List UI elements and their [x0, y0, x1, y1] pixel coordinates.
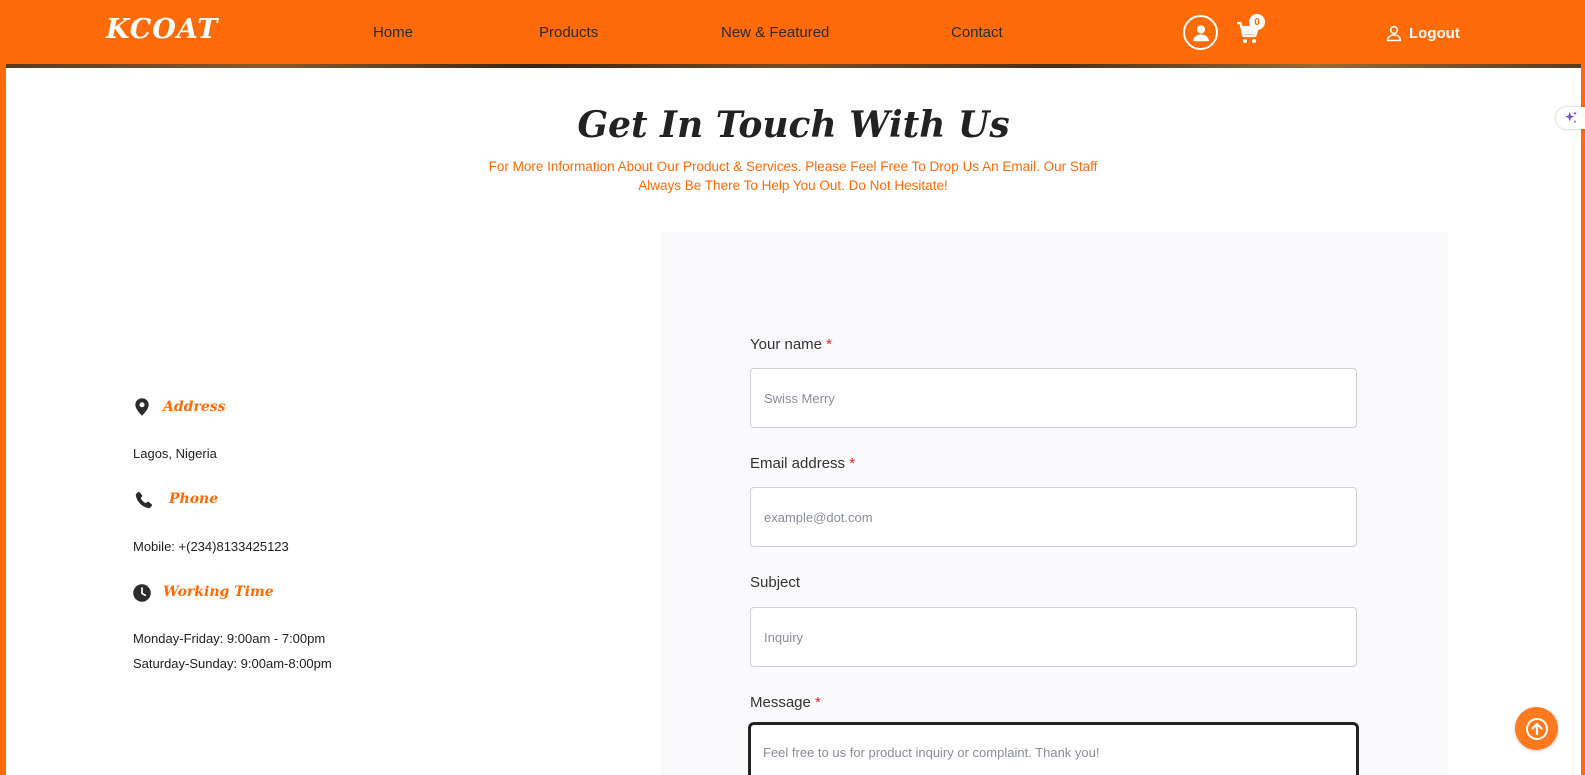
- name-input[interactable]: [750, 368, 1357, 428]
- required-marker: *: [849, 455, 856, 472]
- subject-input[interactable]: [750, 607, 1357, 667]
- contact-page: Get In Touch With Us For More Informatio…: [6, 68, 1581, 775]
- nav-link-products[interactable]: Products: [539, 24, 598, 41]
- phone-icon: [135, 491, 153, 509]
- logout-button[interactable]: Logout: [1385, 21, 1460, 45]
- user-outline-icon: [1386, 25, 1402, 42]
- email-label-text: Email address: [750, 455, 846, 472]
- weekday-hours: Monday-Friday: 9:00am - 7:00pm: [133, 631, 326, 646]
- email-input[interactable]: [750, 487, 1357, 547]
- subject-label: Subject: [750, 574, 800, 591]
- name-label: Your name *: [750, 336, 832, 353]
- phone-value: Mobile: +(234)8133425123: [133, 539, 289, 554]
- required-marker: *: [815, 694, 821, 711]
- address-value: Lagos, Nigeria: [133, 446, 217, 461]
- clock-icon: [133, 584, 151, 602]
- weekend-hours: Saturday-Sunday: 9:00am-8:00pm: [133, 656, 332, 671]
- page-title: Get In Touch With Us: [577, 104, 1010, 146]
- page-subtitle: For More Information About Our Product &…: [488, 159, 1098, 193]
- nav-link-home[interactable]: Home: [373, 24, 413, 41]
- message-label-text: Message: [750, 694, 811, 711]
- email-label: Email address *: [750, 455, 855, 472]
- required-marker: *: [826, 336, 833, 353]
- user-icon: [1192, 24, 1209, 41]
- phone-heading: Phone: [169, 491, 219, 507]
- nav-link-new-featured[interactable]: New & Featured: [721, 24, 829, 41]
- name-label-text: Your name: [750, 336, 822, 353]
- nav-link-contact[interactable]: Contact: [951, 24, 1003, 41]
- brand-logo[interactable]: KCOAT: [106, 14, 218, 45]
- message-textarea[interactable]: [748, 722, 1359, 775]
- sparkle-icon: [1564, 111, 1577, 124]
- logout-label: Logout: [1409, 24, 1460, 42]
- contact-form: Your name * Email address * Subject Mess…: [661, 232, 1448, 775]
- scroll-to-top-button[interactable]: [1515, 707, 1558, 750]
- message-label: Message *: [750, 694, 821, 711]
- account-button[interactable]: [1183, 15, 1218, 50]
- address-heading: Address: [163, 399, 226, 415]
- working-time-heading: Working Time: [163, 584, 274, 600]
- subject-label-text: Subject: [750, 574, 801, 591]
- ai-assistant-tab[interactable]: [1556, 107, 1585, 129]
- cart-count-badge: 0: [1249, 14, 1265, 30]
- arrow-up-circle-icon: [1525, 717, 1548, 740]
- navbar: KCOAT Home Products New & Featured Conta…: [0, 0, 1585, 66]
- map-pin-icon: [135, 398, 149, 416]
